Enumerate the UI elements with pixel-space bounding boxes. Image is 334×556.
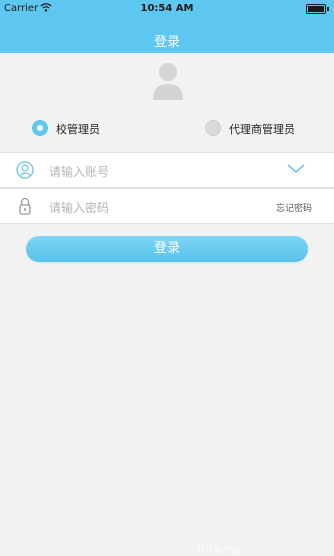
user-icon	[16, 161, 34, 179]
status-time: 10:54 AM	[140, 3, 194, 14]
role-selector: 校管理员 代理商管理员	[0, 118, 334, 140]
lock-icon	[19, 197, 31, 215]
password-input[interactable]: 请输入密码	[49, 199, 109, 216]
role-label-school-admin[interactable]: 校管理员	[56, 121, 100, 137]
account-field[interactable]: 请输入账号	[0, 152, 334, 188]
avatar-icon	[153, 63, 183, 100]
forgot-password-link[interactable]: 忘记密码	[276, 201, 312, 214]
login-button[interactable]: 登录	[26, 236, 308, 262]
battery-icon	[306, 4, 326, 14]
battery-cap	[327, 7, 329, 11]
radio-agent-admin[interactable]	[205, 120, 221, 136]
page-title: 登录	[153, 35, 180, 50]
role-label-agent-admin[interactable]: 代理商管理员	[229, 121, 295, 137]
account-input[interactable]: 请输入账号	[49, 163, 109, 180]
chevron-down-icon[interactable]	[287, 164, 305, 174]
password-field[interactable]: 请输入密码 忘记密码	[0, 188, 334, 224]
radio-school-admin[interactable]	[32, 120, 48, 136]
status-bar: Carrier 10:54 AM	[0, 0, 334, 17]
nav-bar: 登录	[0, 17, 334, 53]
watermark: 非凡软件站	[196, 546, 242, 556]
